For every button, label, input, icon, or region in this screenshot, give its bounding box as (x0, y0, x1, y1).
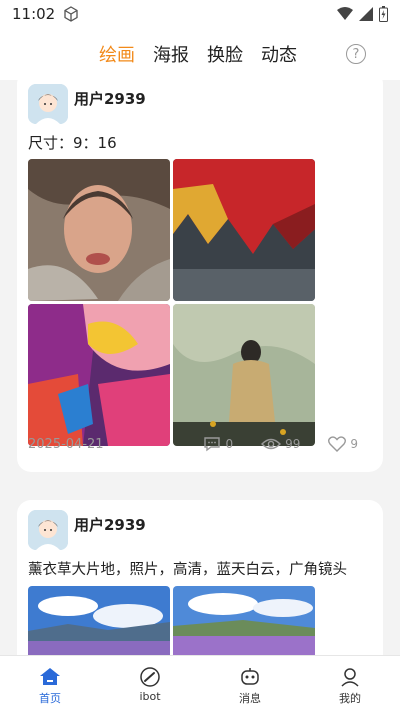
home-icon (40, 668, 60, 685)
artwork-image[interactable] (173, 159, 315, 301)
nav-messages[interactable]: 消息 (200, 656, 300, 711)
view-stat: 99 (261, 437, 300, 451)
robot-icon (241, 668, 259, 685)
view-count: 99 (285, 437, 301, 451)
nav-profile-label: 我的 (339, 692, 361, 705)
post-card[interactable]: 用户2939 薰衣草大片地，照片，高清，蓝天白云，广角镜头 (17, 500, 383, 655)
nav-ibot[interactable]: ibot (100, 656, 200, 711)
signal-icon (359, 7, 373, 21)
eye-icon (261, 438, 282, 450)
user-name[interactable]: 用户2939 (74, 514, 146, 535)
landscape-image[interactable] (28, 586, 170, 655)
image-grid (28, 159, 316, 446)
brush-icon (140, 667, 160, 687)
user-icon (341, 668, 359, 687)
post-text: 尺寸：9：16 (28, 134, 117, 152)
tab-feed[interactable]: 动态 (261, 41, 297, 67)
artwork-image[interactable] (173, 304, 315, 446)
post-author[interactable]: 用户2939 (28, 84, 146, 124)
wifi-icon (337, 7, 353, 20)
nav-home-label: 首页 (39, 692, 61, 705)
heart-icon (328, 436, 347, 452)
nav-ibot-label: ibot (139, 690, 161, 703)
comment-count: 0 (225, 437, 234, 451)
user-name[interactable]: 用户2939 (74, 88, 146, 109)
avatar[interactable] (28, 84, 68, 124)
bottom-nav: 首页 ibot 消息 我的 (0, 655, 400, 711)
post-meta: 2025-04-21 0 99 9 (28, 436, 358, 452)
help-icon[interactable]: ? (346, 44, 366, 64)
artwork-image[interactable] (28, 159, 170, 301)
tab-painting[interactable]: 绘画 (99, 41, 135, 67)
battery-icon (379, 6, 388, 22)
image-grid (28, 586, 316, 655)
top-tab-bar: 绘画 海报 换脸 动态 ? (0, 28, 400, 80)
artwork-image[interactable] (28, 304, 170, 446)
comment-icon (204, 437, 221, 452)
post-date: 2025-04-21 (28, 436, 104, 452)
landscape-image[interactable] (173, 586, 315, 655)
status-bar: 11:02 (0, 0, 400, 28)
like-stat[interactable]: 9 (328, 436, 358, 452)
like-count: 9 (350, 437, 358, 451)
status-time: 11:02 (12, 5, 56, 23)
post-text: 薰衣草大片地，照片，高清，蓝天白云，广角镜头 (28, 562, 347, 578)
comment-stat[interactable]: 0 (203, 436, 233, 452)
cube-icon (64, 6, 78, 22)
post-card[interactable]: 用户2939 尺寸：9：16 2025-04-21 0 99 9 (17, 80, 383, 472)
tab-faceswap[interactable]: 换脸 (207, 41, 243, 67)
nav-profile[interactable]: 我的 (300, 656, 400, 711)
nav-home[interactable]: 首页 (0, 656, 100, 711)
feed[interactable]: 用户2939 尺寸：9：16 2025-04-21 0 99 9 用户2939 … (0, 80, 400, 655)
nav-messages-label: 消息 (239, 692, 261, 705)
post-author[interactable]: 用户2939 (28, 510, 146, 550)
avatar[interactable] (28, 510, 68, 550)
tab-poster[interactable]: 海报 (153, 41, 189, 67)
